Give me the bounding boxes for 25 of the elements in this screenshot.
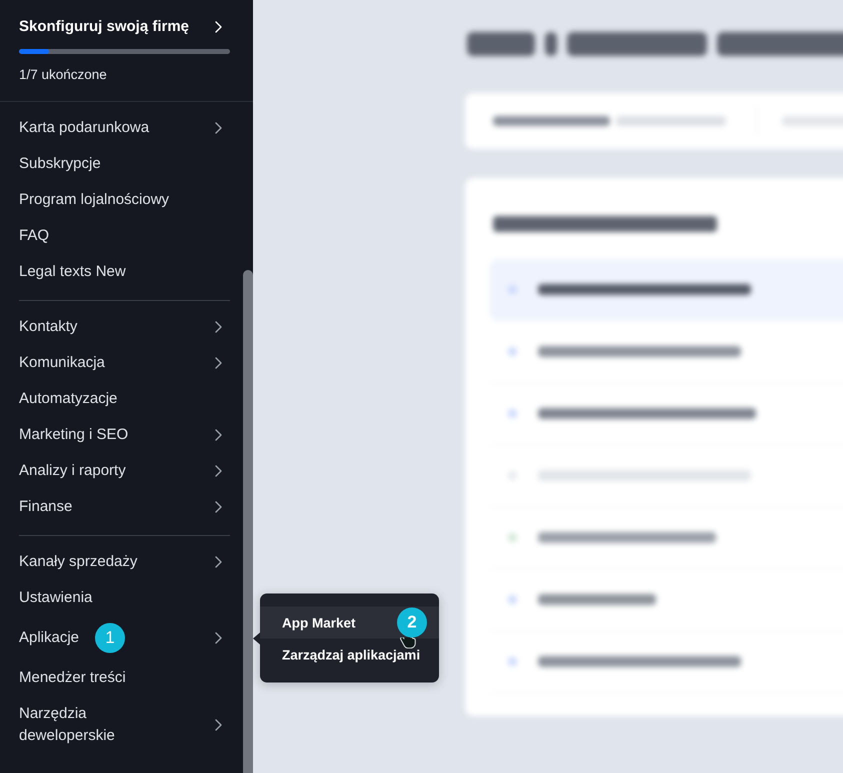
submenu-item[interactable]: Zarządzaj aplikacjami	[260, 638, 439, 670]
progress-text: 1/7 ukończone	[19, 66, 108, 84]
menu-item[interactable]: Kanały sprzedaży	[0, 544, 243, 580]
step-badge: 2	[397, 608, 427, 638]
menu-item[interactable]: Legal texts New	[0, 254, 243, 290]
menu-item[interactable]: Analizy i raporty	[0, 453, 243, 489]
menu-item[interactable]: Ustawienia	[0, 580, 243, 616]
setup-link[interactable]: Skonfiguruj swoją firmę	[19, 17, 230, 37]
menu-item[interactable]: Narzędzia deweloperskie	[0, 696, 243, 754]
step-badge: 1	[95, 623, 126, 653]
chevron-icon	[215, 21, 222, 33]
hand-cursor-icon	[400, 638, 417, 648]
menu-item[interactable]: FAQ	[0, 218, 243, 254]
menu-item[interactable]: Kontakty	[0, 309, 243, 345]
menu-item[interactable]: Marketing i SEO	[0, 417, 243, 453]
menu-item[interactable]: Subskrypcje	[0, 146, 243, 182]
scrollbar-thumb[interactable]	[243, 270, 253, 773]
menu-item[interactable]: Komunikacja	[0, 345, 243, 381]
submenu-item[interactable]: App Market 2	[260, 606, 439, 638]
menu-item[interactable]: Menedżer treści	[0, 660, 243, 696]
menu-item[interactable]: Program lojalnościowy	[0, 182, 243, 218]
menu-item[interactable]: Automatyzacje	[0, 381, 243, 417]
menu-item[interactable]: Finanse	[0, 489, 243, 525]
menu-item[interactable]: Karta podarunkowa	[0, 110, 243, 146]
menu-item[interactable]: Aplikacje 1	[0, 616, 243, 660]
